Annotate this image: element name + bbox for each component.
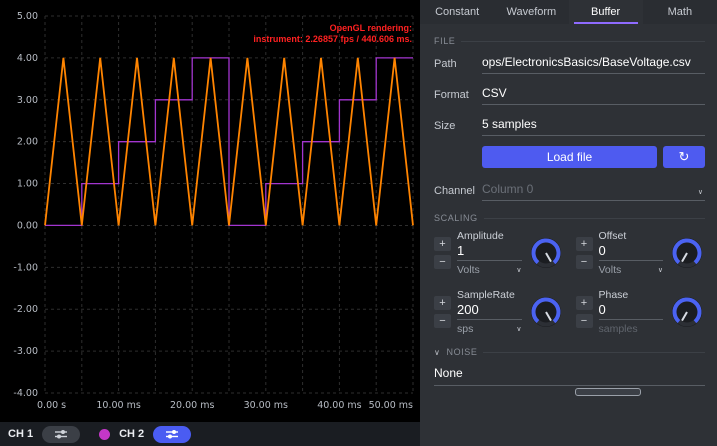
size-input[interactable]: 5 samples <box>482 115 705 136</box>
scope-plot: 5.00 4.00 3.00 2.00 1.00 0.00 -1.00 -2.00 -3.00 -… <box>0 0 420 422</box>
refresh-button[interactable]: ↻ <box>663 146 705 168</box>
render-stats: OpenGL rendering: instrument: 2.26857 fp… <box>253 23 412 45</box>
amplitude-knob[interactable] <box>528 235 564 271</box>
samplerate-decrement-button[interactable]: − <box>434 314 451 328</box>
file-section-header: FILE <box>434 36 705 46</box>
svg-text:30.00 ms: 30.00 ms <box>244 400 288 411</box>
noise-section-header[interactable]: ∨ NOISE <box>434 347 705 357</box>
phase-knob[interactable] <box>669 294 705 330</box>
phase-stepper: + − <box>576 296 593 328</box>
channel-select[interactable]: Column 0 ∨ <box>482 180 705 201</box>
source-tabs: Constant Waveform Buffer Math <box>420 0 717 24</box>
offset-label: Offset <box>599 230 664 242</box>
ch1-label: CH 1 <box>8 428 33 440</box>
chevron-down-icon: ∨ <box>658 266 663 274</box>
phase-value-input[interactable]: 0 <box>599 302 664 320</box>
file-buttons: Load file ↻ <box>482 146 705 168</box>
amplitude-stepper: + − <box>434 237 451 269</box>
path-row: Path ops/ElectronicsBasics/BaseVoltage.c… <box>434 53 705 74</box>
chevron-down-icon: ∨ <box>516 266 521 274</box>
app: 5.00 4.00 3.00 2.00 1.00 0.00 -1.00 -2.00 -3.00 -… <box>0 0 717 446</box>
format-input[interactable]: CSV <box>482 84 705 105</box>
offset-stepper: + − <box>576 237 593 269</box>
offset-increment-button[interactable]: + <box>576 237 593 251</box>
amplitude-increment-button[interactable]: + <box>434 237 451 251</box>
phase-control: + − Phase 0 samples <box>576 289 706 335</box>
svg-text:-1.00: -1.00 <box>13 262 38 273</box>
svg-text:50.00 ms: 50.00 ms <box>369 400 413 411</box>
sliders-icon <box>164 428 180 440</box>
svg-text:5.00: 5.00 <box>17 11 38 22</box>
channel-row: Channel Column 0 ∨ <box>434 180 705 201</box>
path-label: Path <box>434 58 482 74</box>
render-stats-line1: OpenGL rendering: <box>253 23 412 34</box>
svg-text:1.00: 1.00 <box>17 179 38 190</box>
svg-text:-3.00: -3.00 <box>13 346 38 357</box>
offset-unit-select[interactable]: Volts ∨ <box>599 264 664 276</box>
partial-hidden-control <box>575 388 641 396</box>
tab-buffer[interactable]: Buffer <box>569 0 643 24</box>
svg-text:-2.00: -2.00 <box>13 304 38 315</box>
channel-label: Channel <box>434 185 482 201</box>
ch2-settings-toggle[interactable] <box>153 426 191 443</box>
format-row: Format CSV <box>434 84 705 105</box>
svg-text:4.00: 4.00 <box>17 53 38 64</box>
svg-text:40.00 ms: 40.00 ms <box>317 400 361 411</box>
size-label: Size <box>434 120 482 136</box>
render-stats-line2: instrument: 2.26857 fps / 440.606 ms. <box>253 34 412 45</box>
tab-constant[interactable]: Constant <box>420 0 494 24</box>
tab-math[interactable]: Math <box>643 0 717 24</box>
samplerate-increment-button[interactable]: + <box>434 296 451 310</box>
chevron-down-icon: ∨ <box>516 325 521 333</box>
sliders-icon <box>53 428 69 440</box>
phase-increment-button[interactable]: + <box>576 296 593 310</box>
ch2-color-swatch[interactable] <box>99 429 110 440</box>
svg-text:2.00: 2.00 <box>17 137 38 148</box>
samplerate-knob[interactable] <box>528 294 564 330</box>
ch2-label: CH 2 <box>119 428 144 440</box>
offset-value-input[interactable]: 0 <box>599 243 664 261</box>
amplitude-value-input[interactable]: 1 <box>457 243 522 261</box>
ch1-settings-toggle[interactable] <box>42 426 80 443</box>
phase-label: Phase <box>599 289 664 301</box>
svg-text:3.00: 3.00 <box>17 95 38 106</box>
amplitude-decrement-button[interactable]: − <box>434 255 451 269</box>
offset-knob[interactable] <box>669 235 705 271</box>
samplerate-control: + − SampleRate 200 sps ∨ <box>434 289 564 335</box>
scaling-section: SCALING + − Amplitude 1 Volts ∨ <box>420 213 717 335</box>
offset-control: + − Offset 0 Volts ∨ <box>576 230 706 276</box>
phase-unit: samples <box>599 323 664 335</box>
svg-text:-4.00: -4.00 <box>13 388 38 399</box>
format-label: Format <box>434 89 482 105</box>
samplerate-stepper: + − <box>434 296 451 328</box>
signal-source-panel: Constant Waveform Buffer Math FILE Path … <box>420 0 717 446</box>
file-section: FILE Path ops/ElectronicsBasics/BaseVolt… <box>420 36 717 201</box>
amplitude-unit-select[interactable]: Volts ∨ <box>457 264 522 276</box>
amplitude-control: + − Amplitude 1 Volts ∨ <box>434 230 564 276</box>
samplerate-value-input[interactable]: 200 <box>457 302 522 320</box>
amplitude-label: Amplitude <box>457 230 522 242</box>
offset-decrement-button[interactable]: − <box>576 255 593 269</box>
svg-text:20.00 ms: 20.00 ms <box>170 400 214 411</box>
chevron-down-icon: ∨ <box>434 348 440 357</box>
channel-bar: CH 1 CH 2 <box>0 422 420 446</box>
tab-waveform[interactable]: Waveform <box>494 0 568 24</box>
load-file-button[interactable]: Load file <box>482 146 657 168</box>
svg-text:0.00: 0.00 <box>17 220 38 231</box>
noise-section: ∨ NOISE None <box>420 347 717 386</box>
path-input[interactable]: ops/ElectronicsBasics/BaseVoltage.csv <box>482 53 705 74</box>
noise-type-select[interactable]: None <box>434 364 705 386</box>
phase-decrement-button[interactable]: − <box>576 314 593 328</box>
size-row: Size 5 samples <box>434 115 705 136</box>
samplerate-label: SampleRate <box>457 289 522 301</box>
samplerate-unit-select[interactable]: sps ∨ <box>457 323 522 335</box>
scaling-section-header: SCALING <box>434 213 705 223</box>
chevron-down-icon: ∨ <box>698 188 705 196</box>
scaling-grid: + − Amplitude 1 Volts ∨ <box>434 230 705 335</box>
svg-text:10.00 ms: 10.00 ms <box>96 400 140 411</box>
refresh-icon: ↻ <box>679 149 690 165</box>
scope-display: 5.00 4.00 3.00 2.00 1.00 0.00 -1.00 -2.00 -3.00 -… <box>0 0 420 422</box>
svg-text:0.00 s: 0.00 s <box>37 400 66 411</box>
